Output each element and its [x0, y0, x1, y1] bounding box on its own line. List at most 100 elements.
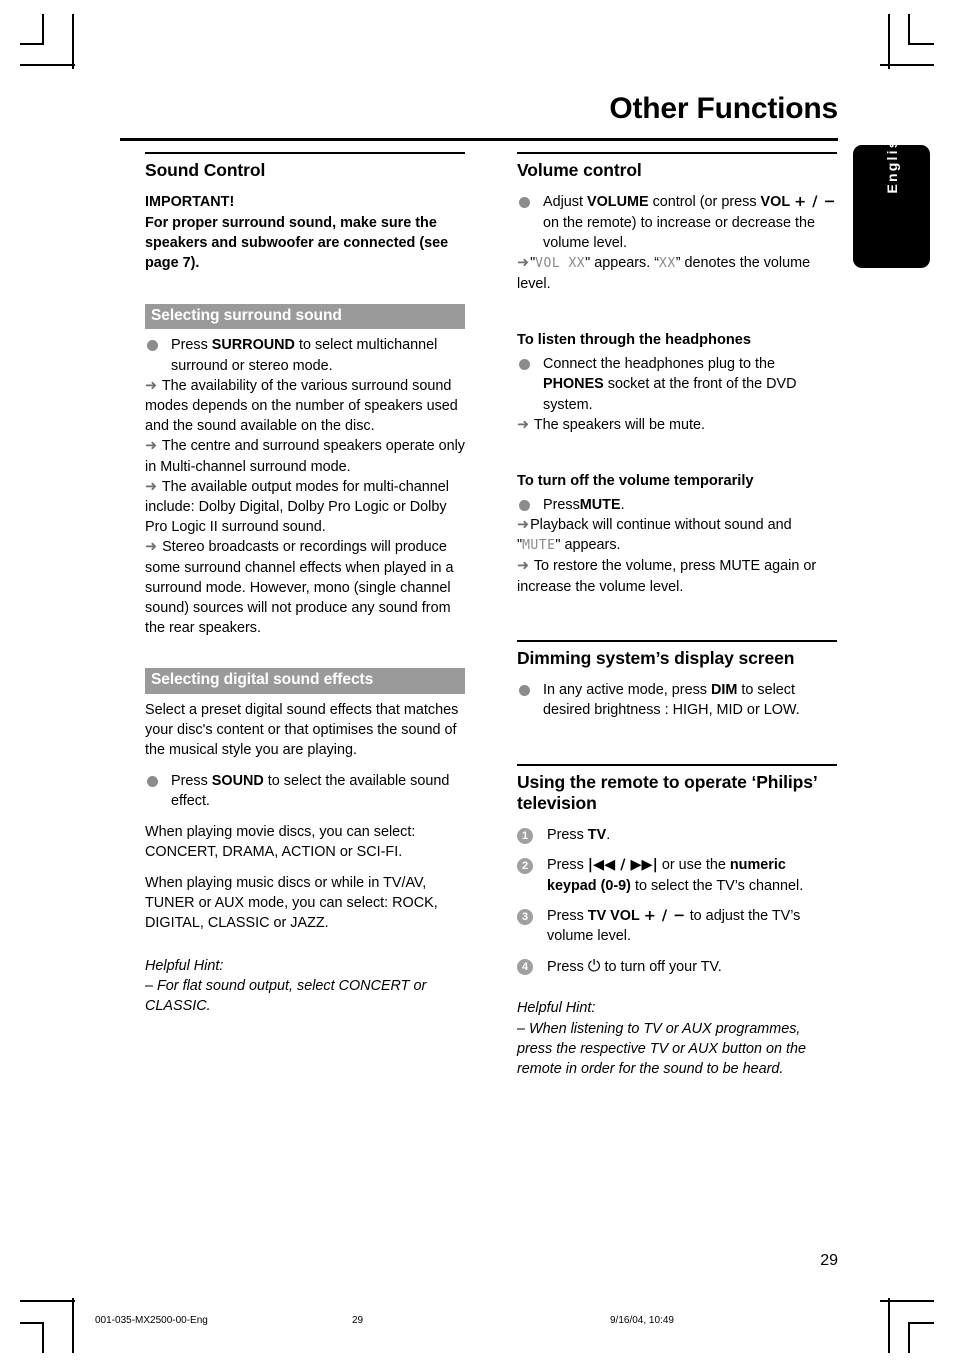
bullet-rest: .: [620, 496, 625, 513]
helpful-hint-left: Helpful Hint: – For flat sound output, s…: [145, 956, 465, 1017]
title-rule: [120, 138, 838, 141]
arrow-mid: " appears. “: [585, 254, 660, 271]
movie-disc-options: When playing movie discs, you can select…: [145, 823, 416, 860]
crop-mark-top-left-corner-v: [42, 14, 44, 44]
bullet-press-dim: In any active mode, press DIM to select …: [517, 680, 837, 720]
plus-minus-icon: + / −: [794, 194, 837, 211]
section-tv-remote: Using the remote to operate ‘Philips’ te…: [517, 763, 837, 1080]
bullet-lead: Press: [171, 337, 208, 354]
footer-filename: 001-035-MX2500-00-Eng: [95, 1315, 208, 1326]
bullet-bold-surround: SURROUND: [211, 337, 295, 354]
heading-headphones: To listen through the headphones: [517, 331, 752, 348]
arrow-text: The speakers will be mute.: [533, 416, 705, 433]
important-notice: IMPORTANT! For proper surround sound, ma…: [145, 192, 465, 273]
bullet-bold-vol: VOL: [760, 194, 791, 211]
lcd-display-vol: VOL XX: [535, 255, 586, 271]
bullet-dot-icon: [519, 499, 530, 511]
bullet-dot-icon: [519, 359, 530, 371]
important-text: For proper surround sound, make sure the…: [145, 214, 449, 271]
step-4: 4 Press ⏻ to turn off your TV.: [517, 956, 837, 977]
bullet-bold-mute: MUTE: [579, 496, 621, 513]
bullet-lead: Adjust: [543, 194, 583, 211]
helpful-hint-right: Helpful Hint: – When listening to TV or …: [517, 998, 837, 1079]
step-bold-tvvol: TV VOL: [587, 907, 640, 924]
crop-mark-top-right-horizontal: [880, 64, 934, 66]
step-number-badge: 3: [517, 908, 533, 925]
print-footer: 001-035-MX2500-00-Eng 29 9/16/04, 10:49: [0, 1310, 954, 1336]
arrow-icon: ➜: [145, 539, 158, 556]
arrow-text-1: The availability of the various surround…: [145, 377, 458, 435]
banner-selecting-digital-sound-effects: Selecting digital sound effects: [145, 668, 465, 694]
crop-mark-top-left-vertical: [72, 14, 74, 69]
section-rule: [517, 763, 837, 766]
section-rule: [517, 639, 837, 642]
section-selecting-digital-sound-effects: Selecting digital sound effects Select a…: [145, 668, 465, 1016]
step-lead: Press: [547, 959, 584, 976]
crop-mark-top-left-corner-h: [20, 43, 44, 45]
helpful-hint-label: Helpful Hint:: [517, 1000, 596, 1017]
page-title: Other Functions: [609, 92, 838, 125]
section-rule: [145, 152, 465, 154]
arrow-text-2: The centre and surround speakers operate…: [145, 438, 465, 475]
digital-effects-intro: Select a preset digital sound effects th…: [145, 701, 459, 759]
bullet-dot-icon: [147, 340, 158, 352]
heading-sound-control: Sound Control: [145, 160, 266, 180]
bullet-bold-phones: PHONES: [543, 376, 604, 393]
lcd-display-xx: XX: [659, 255, 676, 271]
left-column: Sound Control IMPORTANT! For proper surr…: [145, 152, 465, 1020]
heading-volume-control: Volume control: [517, 160, 642, 180]
page-number: 29: [820, 1252, 838, 1269]
step-number-badge: 4: [517, 959, 533, 976]
arrow-text-2: To restore the volume, press MUTE again …: [517, 558, 817, 595]
step-3: 3 Press TV VOL + / − to adjust the TV’s …: [517, 906, 837, 946]
bullet-dot-icon: [519, 197, 530, 209]
helpful-hint-label: Helpful Hint:: [145, 957, 224, 974]
bullet-connect-headphones: Connect the headphones plug to the PHONE…: [517, 354, 837, 435]
bullet-rest: on the remote) to increase or decrease t…: [543, 214, 815, 251]
section-volume-control: Volume control Adjust VOLUME control (or…: [517, 152, 837, 294]
step-mid: or use the: [661, 857, 726, 874]
power-icon: ⏻: [587, 956, 601, 976]
arrow-icon: ➜: [517, 416, 530, 433]
arrow-icon: ➜: [145, 478, 158, 495]
step-number-badge: 1: [517, 828, 533, 845]
step-lead: Press: [547, 857, 584, 874]
bullet-press-sound: Press SOUND to select the available soun…: [145, 771, 465, 811]
step-2: 2 Press |◀◀ / ▶▶| or use the numeric key…: [517, 855, 837, 895]
helpful-hint-body: – When listening to TV or AUX programmes…: [517, 1020, 807, 1078]
crop-mark-top-right-corner-h: [908, 43, 934, 45]
bullet-lead: Connect the headphones plug to the: [543, 356, 776, 373]
music-disc-options: When playing music discs or while in TV/…: [145, 875, 438, 932]
step-rest: to select the TV’s channel.: [634, 877, 804, 894]
banner-selecting-surround-sound: Selecting surround sound: [145, 304, 465, 330]
step-lead: Press: [547, 907, 584, 924]
arrow-icon: ➜: [517, 254, 530, 271]
bullet-adjust-volume: Adjust VOLUME control (or press VOL + / …: [517, 192, 837, 294]
important-label: IMPORTANT!: [145, 194, 235, 211]
language-tab-label: English: [883, 127, 900, 194]
language-tab: English: [853, 128, 930, 268]
crop-mark-bottom-right-horizontal: [880, 1300, 934, 1302]
arrow-post: " appears.: [555, 537, 621, 554]
right-column: Volume control Adjust VOLUME control (or…: [517, 152, 837, 1083]
section-headphones: To listen through the headphones Connect…: [517, 330, 837, 435]
footer-page: 29: [352, 1315, 364, 1326]
step-lead: Press: [547, 827, 584, 844]
step-bold-tv: TV: [587, 827, 607, 844]
heading-dimming: Dimming system’s display screen: [517, 647, 795, 668]
heading-mute: To turn off the volume temporarily: [517, 472, 754, 489]
arrow-icon: ➜: [517, 516, 530, 533]
section-rule: [517, 152, 837, 154]
arrow-text-3: The available output modes for multi-cha…: [145, 478, 449, 536]
crop-mark-top-right-vertical: [888, 14, 890, 69]
bullet-bold-volume: VOLUME: [587, 194, 649, 211]
step-rest: to turn off your TV.: [604, 959, 722, 976]
bullet-lead: Press: [171, 773, 208, 790]
bullet-bold-sound: SOUND: [211, 773, 264, 790]
bullet-dot-icon: [519, 685, 530, 697]
arrow-icon: ➜: [517, 558, 530, 575]
step-1: 1 Press TV.: [517, 825, 837, 845]
bullet-dot-icon: [147, 776, 158, 788]
bullet-mid: control (or press: [652, 194, 757, 211]
bullet-lead: In any active mode, press: [543, 682, 707, 699]
